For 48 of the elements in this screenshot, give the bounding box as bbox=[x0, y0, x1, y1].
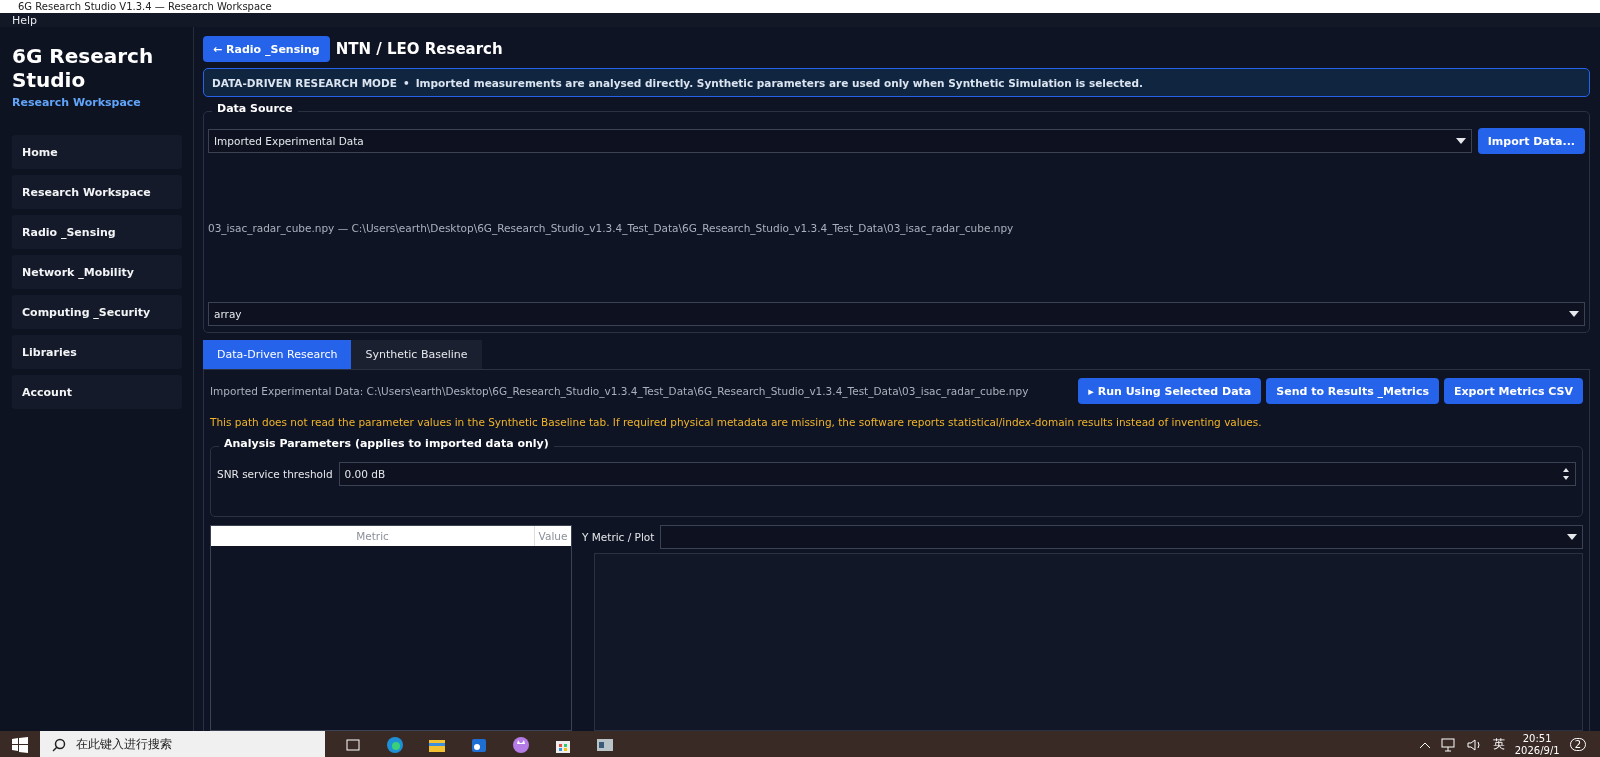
browser-icon[interactable] bbox=[385, 734, 405, 755]
data-path-label: Imported Experimental Data: C:\Users\earth\Desktop\6G_Research_Studio_v1.3.4_Test_Data\6G_Research_Studio_v1.3.4_Test_Data\03_isac_radar_cube.npy bbox=[210, 385, 1029, 397]
taskbar-search-field[interactable]: 在此键入进行搜索 bbox=[40, 731, 325, 757]
plot-label: Y Metric / Plot bbox=[582, 531, 655, 543]
sidebar-item[interactable]: Account bbox=[12, 375, 182, 409]
banner-message: Imported measurements are analysed directly. Synthetic parameters are used only when Synthetic Simulation is selected. bbox=[415, 76, 1143, 89]
clock[interactable]: 20:51 2026/9/1 bbox=[1514, 731, 1560, 757]
sidebar-item[interactable]: Computing _Security bbox=[12, 295, 182, 329]
dropdown-caret-icon bbox=[1567, 534, 1577, 540]
cat-icon[interactable] bbox=[511, 734, 531, 755]
network-icon[interactable] bbox=[1440, 737, 1457, 752]
back-button[interactable]: ← Radio _Sensing bbox=[203, 36, 330, 62]
dropdown-caret-icon bbox=[1455, 138, 1466, 144]
tab[interactable]: Data-Driven Research bbox=[203, 340, 352, 369]
import-button[interactable]: Import Data... bbox=[1477, 128, 1585, 154]
app-title: 6G Research Studio bbox=[12, 44, 155, 92]
warning-text: This path does not read the parameter values in the Synthetic Baseline tab. If required physical metadata are missing, the software reports statistical/index-domain results instead of inventing values. bbox=[210, 416, 1263, 428]
action-button[interactable]: Send to Results _Metrics bbox=[1266, 378, 1439, 404]
time-label: 20:51 bbox=[1522, 733, 1552, 745]
windows-start-icon[interactable] bbox=[12, 736, 28, 753]
window-title: 6G Research Studio V1.3.4 — Research Workspace bbox=[18, 0, 272, 13]
search-icon bbox=[52, 737, 66, 752]
group-label: Data Source bbox=[212, 102, 298, 115]
action-button[interactable]: ▸ Run Using Selected Data bbox=[1078, 378, 1262, 404]
sidebar-item[interactable]: Libraries bbox=[12, 335, 182, 369]
spin-arrows-icon bbox=[1562, 467, 1570, 481]
sidebar-item[interactable]: Network _Mobility bbox=[12, 255, 182, 289]
app-subtitle: Research Workspace bbox=[12, 96, 142, 109]
source-dropdown[interactable]: Imported Experimental Data bbox=[208, 129, 1472, 153]
chevron-up-icon[interactable] bbox=[1418, 740, 1431, 749]
group-label: Analysis Parameters (applies to imported data only) bbox=[219, 437, 554, 450]
file-path-label: 03_isac_radar_cube.npy — C:\Users\earth\Desktop\6G_Research_Studio_v1.3.4_Test_Data\6G_Research_Studio_v1.3.4_Test_Data\03_isac_radar_cube.npy bbox=[208, 222, 1014, 234]
variable-dropdown[interactable]: array bbox=[208, 302, 1585, 326]
tab[interactable]: Synthetic Baseline bbox=[351, 340, 482, 369]
sidebar-item[interactable]: Home bbox=[12, 135, 182, 169]
separator-dot: • bbox=[402, 76, 410, 89]
snr-spinbox[interactable]: 0.00 dB bbox=[338, 462, 1576, 486]
date-label: 2026/9/1 bbox=[1514, 745, 1560, 757]
ime-indicator[interactable]: 英 bbox=[1492, 736, 1505, 753]
action-button[interactable]: Export Metrics CSV bbox=[1443, 378, 1583, 404]
speaker-icon[interactable] bbox=[1466, 737, 1483, 752]
page-title: NTN / LEO Research bbox=[335, 40, 503, 58]
sidebar-item[interactable]: Research Workspace bbox=[12, 175, 182, 209]
dropdown-caret-icon bbox=[1569, 311, 1579, 317]
menu-item[interactable]: Help bbox=[12, 13, 38, 27]
snr-label: SNR service threshold bbox=[217, 468, 333, 480]
mode-label: DATA-DRIVEN RESEARCH MODE bbox=[212, 76, 397, 89]
sidebar-item[interactable]: Radio _Sensing bbox=[12, 215, 182, 249]
